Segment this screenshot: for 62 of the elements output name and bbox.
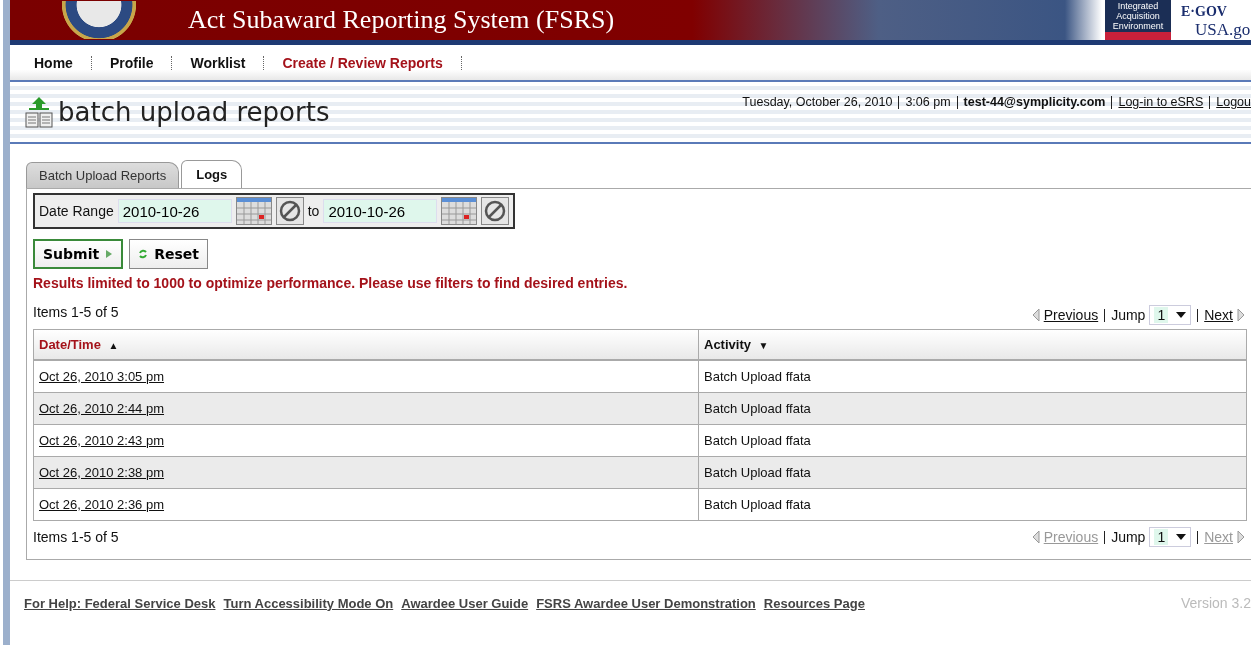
date-link[interactable]: Oct 26, 2010 2:44 pm xyxy=(39,401,165,416)
footer-link[interactable]: Resources Page xyxy=(763,595,865,611)
table-cell: Batch Upload ffata xyxy=(704,497,811,512)
usagov-logo: USA.go xyxy=(1195,20,1251,40)
reset-button[interactable]: Reset xyxy=(129,239,208,269)
page-title: batch upload reports xyxy=(58,97,330,127)
table-cell: Batch Upload ffata xyxy=(704,433,811,448)
next-arrow-icon xyxy=(1237,530,1245,544)
calendar-icon[interactable] xyxy=(235,197,272,225)
caret-icon xyxy=(1176,534,1187,540)
nav-link[interactable]: Profile xyxy=(109,54,154,71)
partner-logo: Integrated Acquisition Environment xyxy=(1105,0,1171,40)
date-link[interactable]: Oct 26, 2010 2:38 pm xyxy=(39,465,165,480)
field-label: Date Range xyxy=(39,203,114,219)
footer-link[interactable]: For Help: Federal Service Desk xyxy=(24,595,216,611)
notice-text: Results limited to 1000 to optimize performance. Please use filters to find desired entries. xyxy=(33,275,629,291)
upload-documents-icon xyxy=(24,96,54,128)
nav-link[interactable]: Worklist xyxy=(190,54,246,71)
previous-arrow-icon xyxy=(1031,308,1040,322)
play-arrow-icon xyxy=(105,249,114,259)
caret-icon xyxy=(1176,312,1187,318)
previous-arrow-icon xyxy=(1031,530,1040,544)
page-select[interactable]: 1 xyxy=(1149,305,1192,325)
date-text: Tuesday, October 26, 2010 xyxy=(742,95,893,109)
clear-icon[interactable] xyxy=(275,197,304,225)
column-header[interactable]: Date/Time ▲ xyxy=(34,330,698,359)
jump-label: Jump xyxy=(1111,529,1146,545)
user-email: test-44@symplicity.com xyxy=(963,95,1106,109)
footer-link[interactable]: FSRS Awardee User Demonstration xyxy=(536,595,756,611)
refresh-icon xyxy=(138,248,149,260)
time-text: 3:06 pm xyxy=(905,95,951,109)
clear-icon[interactable] xyxy=(481,197,510,225)
page-select[interactable]: 1 xyxy=(1149,527,1192,547)
column-header[interactable]: Activity ▼ xyxy=(698,330,1246,359)
nav-link[interactable]: Create / Review Reports xyxy=(282,54,443,71)
header-link[interactable]: Log-in to eSRS xyxy=(1118,95,1204,109)
next-arrow-icon xyxy=(1237,308,1245,322)
version-text: Version 3.2 xyxy=(1180,595,1251,611)
end-date-field[interactable]: 2010-10-26 xyxy=(323,199,438,223)
items-count: Items 1-5 of 5 xyxy=(33,529,119,545)
nav-link[interactable]: Home xyxy=(34,54,73,71)
calendar-icon[interactable] xyxy=(441,197,478,225)
egov-logo: E·GOV xyxy=(1181,4,1228,20)
field-label: to xyxy=(307,203,320,219)
tab[interactable]: Logs xyxy=(181,160,243,188)
date-link[interactable]: Oct 26, 2010 2:36 pm xyxy=(39,497,165,512)
footer-link[interactable]: Awardee User Guide xyxy=(401,595,529,611)
site-title: Act Subaward Reporting System (FSRS) xyxy=(188,5,615,35)
submit-button[interactable]: Submit xyxy=(33,239,124,269)
table-cell: Batch Upload ffata xyxy=(704,369,811,384)
date-link[interactable]: Oct 26, 2010 3:05 pm xyxy=(39,369,165,384)
date-link[interactable]: Oct 26, 2010 2:43 pm xyxy=(39,433,165,448)
table-cell: Batch Upload ffata xyxy=(704,401,811,416)
items-count: Items 1-5 of 5 xyxy=(33,304,119,320)
previous-link[interactable]: Previous xyxy=(1043,307,1099,323)
tab[interactable]: Batch Upload Reports xyxy=(26,162,180,188)
next-link[interactable]: Next xyxy=(1204,307,1233,323)
footer-link[interactable]: Turn Accessibility Mode On xyxy=(223,595,394,611)
start-date-field[interactable]: 2010-10-26 xyxy=(117,199,232,223)
table-cell: Batch Upload ffata xyxy=(704,465,811,480)
jump-label: Jump xyxy=(1111,307,1146,323)
header-link[interactable]: Logou xyxy=(1216,95,1251,109)
